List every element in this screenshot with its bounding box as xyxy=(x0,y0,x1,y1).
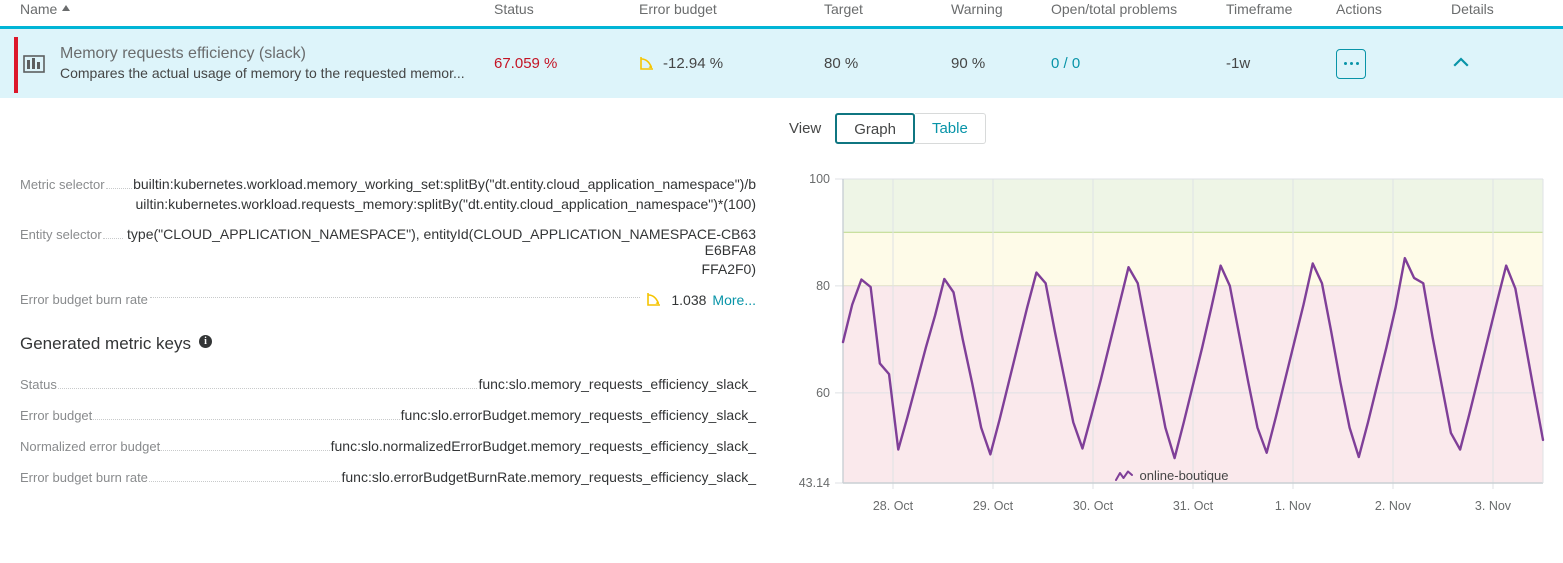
error-budget-burn-rate-label: Error budget burn rate xyxy=(20,292,148,307)
legend-label-online-boutique: online-boutique xyxy=(1139,468,1229,483)
generated-metric-keys-title: Generated metric keys i xyxy=(20,334,756,354)
slo-table-header: Name Status Error budget Target Warning … xyxy=(0,0,1563,26)
slo-error-budget-cell: -12.94 % xyxy=(639,55,824,72)
slo-timeframe-value: -1w xyxy=(1226,55,1251,72)
leader-dots xyxy=(105,188,133,189)
gmk-label: Normalized error budget xyxy=(20,439,161,454)
metric-selector-label: Metric selector xyxy=(20,177,105,192)
generated-metric-keys-title-label: Generated metric keys xyxy=(20,334,192,353)
column-header-timeframe[interactable]: Timeframe xyxy=(1226,0,1336,17)
legend-line-icon xyxy=(1114,470,1133,481)
ellipsis-icon[interactable] xyxy=(1336,48,1366,79)
column-header-problems[interactable]: Open/total problems xyxy=(1051,0,1226,17)
slo-actions-cell xyxy=(1336,48,1451,79)
chart-ytick-label: 60 xyxy=(816,386,830,400)
chart-ytick-label: 100 xyxy=(809,172,830,186)
entity-selector-label: Entity selector xyxy=(20,227,102,242)
leader-dots xyxy=(102,238,123,239)
sort-ascending-icon xyxy=(62,5,71,11)
generated-metric-key-row: Normalized error budget func:slo.normali… xyxy=(20,438,756,455)
gmk-value: func:slo.normalizedErrorBudget.memory_re… xyxy=(330,438,756,454)
slo-target-value: 80 % xyxy=(824,55,859,72)
slo-details-cell xyxy=(1451,52,1561,76)
column-header-actions: Actions xyxy=(1336,1,1382,17)
generated-metric-key-row: Status func:slo.memory_requests_efficien… xyxy=(20,376,756,393)
gmk-label: Error budget burn rate xyxy=(20,470,148,485)
slo-detail-panel: Metric selector builtin:kubernetes.workl… xyxy=(0,98,1563,563)
ellipsis-dot xyxy=(1349,62,1353,65)
view-mode-segmented-control: Graph Table xyxy=(835,113,986,144)
slo-status-value: 67.059 % xyxy=(494,55,558,72)
entity-selector-row: Entity selector type("CLOUD_APPLICATION_… xyxy=(20,226,756,258)
column-header-target[interactable]: Target xyxy=(824,0,951,17)
chart-xtick-label: 30. Oct xyxy=(1073,499,1114,513)
leader-dots xyxy=(161,450,330,451)
slo-warning-value: 90 % xyxy=(951,55,986,72)
metric-selector-value-line1: builtin:kubernetes.workload.memory_worki… xyxy=(133,176,756,192)
error-budget-burn-rate-row: Error budget burn rate 1.038 More... xyxy=(20,291,756,308)
ellipsis-dot xyxy=(1343,62,1347,65)
status-accent-bar xyxy=(14,37,18,93)
slo-error-budget-value: -12.94 % xyxy=(663,55,724,72)
chevron-up-icon[interactable] xyxy=(1451,52,1469,68)
info-icon[interactable]: i xyxy=(199,334,213,348)
generated-metric-keys-list: Status func:slo.memory_requests_efficien… xyxy=(20,376,756,486)
metric-selector-row: Metric selector builtin:kubernetes.workl… xyxy=(20,176,756,193)
entity-selector-block: Entity selector type("CLOUD_APPLICATION_… xyxy=(20,226,756,277)
error-budget-burn-rate-value: 1.038 xyxy=(671,291,707,308)
column-header-details: Details xyxy=(1451,1,1494,17)
gmk-value: func:slo.errorBudget.memory_requests_eff… xyxy=(400,407,756,423)
tab-table[interactable]: Table xyxy=(914,113,986,144)
chart-xtick-label: 31. Oct xyxy=(1173,499,1214,513)
trend-down-icon xyxy=(646,291,663,308)
generated-metric-key-row: Error budget func:slo.errorBudget.memory… xyxy=(20,407,756,424)
metric-selector-block: Metric selector builtin:kubernetes.workl… xyxy=(20,176,756,212)
slo-detail-left-pane: Metric selector builtin:kubernetes.workl… xyxy=(20,176,756,500)
generated-metric-key-row: Error budget burn rate func:slo.errorBud… xyxy=(20,469,756,486)
slo-name-cell: Memory requests efficiency (slack) Compa… xyxy=(0,44,494,83)
chart-xtick-label: 28. Oct xyxy=(873,499,914,513)
chart-ytick-label: 80 xyxy=(816,279,830,293)
trend-down-icon xyxy=(639,55,656,72)
slo-timeseries-chart[interactable]: 43.14 60 80 100 28. Oct 29. Oct 30. Oct 31. Oct… xyxy=(780,158,1563,558)
chart-svg: 43.14608010028. Oct 29. Oct 30. Oct 31. Oct… xyxy=(799,172,1545,513)
tab-graph[interactable]: Graph xyxy=(835,113,915,144)
chart-legend: online-boutique xyxy=(780,468,1563,483)
chart-xtick-label: 29. Oct xyxy=(973,499,1014,513)
burn-rate-more-link[interactable]: More... xyxy=(712,292,756,308)
entity-selector-value-line2: FFA2F0) xyxy=(701,261,756,277)
leader-dots xyxy=(148,481,341,482)
leader-dots xyxy=(57,388,478,389)
entity-selector-value-line1: type("CLOUD_APPLICATION_NAMESPACE"), ent… xyxy=(127,226,756,258)
slo-title[interactable]: Memory requests efficiency (slack) xyxy=(60,44,465,64)
gmk-label: Error budget xyxy=(20,408,93,423)
column-header-name-label: Name xyxy=(20,1,58,17)
chart-xtick-label: 3. Nov xyxy=(1475,499,1512,513)
leader-dots xyxy=(149,297,641,298)
column-header-error-budget[interactable]: Error budget xyxy=(639,0,824,17)
slo-detail-right-pane: View Graph Table 43.14 60 80 100 28. Oct 29. … xyxy=(780,98,1563,563)
chart-xtick-label: 1. Nov xyxy=(1275,499,1312,513)
gmk-value: func:slo.memory_requests_efficiency_slac… xyxy=(478,376,756,392)
view-toggle-bar: View Graph Table xyxy=(789,113,986,144)
gmk-value: func:slo.errorBudgetBurnRate.memory_requ… xyxy=(341,469,756,485)
view-label: View xyxy=(789,120,822,137)
gmk-label: Status xyxy=(20,377,57,392)
column-header-warning[interactable]: Warning xyxy=(951,0,1051,17)
slo-description: Compares the actual usage of memory to t… xyxy=(60,65,465,81)
slo-table-row[interactable]: Memory requests efficiency (slack) Compa… xyxy=(0,26,1563,98)
slo-bar-chart-icon xyxy=(20,50,48,78)
column-header-name[interactable]: Name xyxy=(0,0,494,17)
metric-selector-value-line2: uiltin:kubernetes.workload.requests_memo… xyxy=(135,196,756,212)
chart-xtick-label: 2. Nov xyxy=(1375,499,1412,513)
slo-problems-value[interactable]: 0 / 0 xyxy=(1051,55,1226,72)
column-header-status[interactable]: Status xyxy=(494,0,639,17)
ellipsis-dot xyxy=(1355,62,1359,65)
leader-dots xyxy=(93,419,400,420)
